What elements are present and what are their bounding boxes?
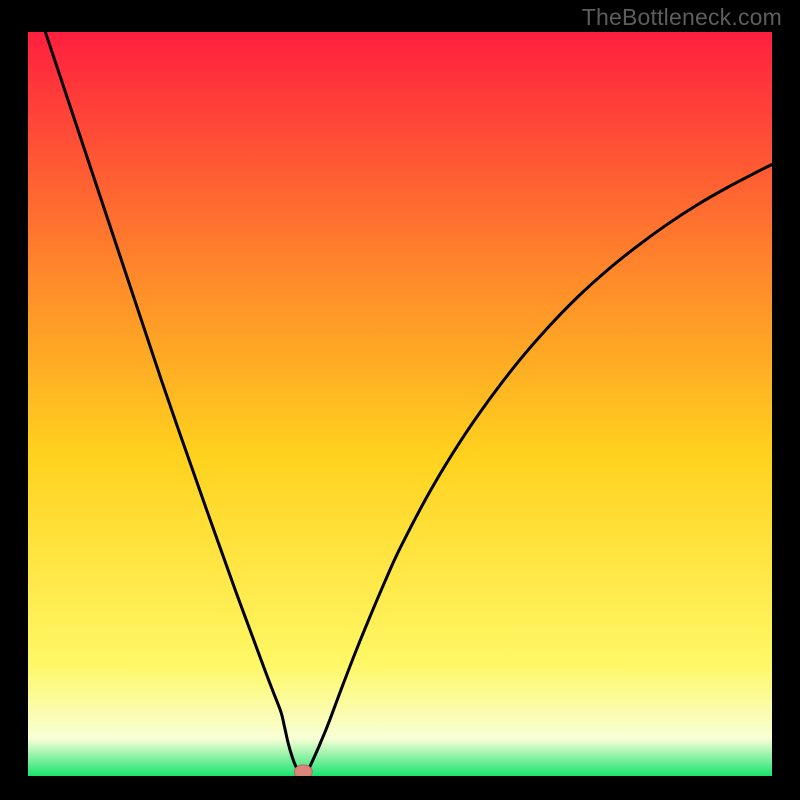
optimal-point-marker	[294, 765, 312, 776]
plot-area	[28, 32, 772, 776]
bottleneck-chart	[28, 32, 772, 776]
gradient-background	[28, 32, 772, 776]
chart-frame: TheBottleneck.com	[0, 0, 800, 800]
watermark-text: TheBottleneck.com	[582, 4, 782, 31]
